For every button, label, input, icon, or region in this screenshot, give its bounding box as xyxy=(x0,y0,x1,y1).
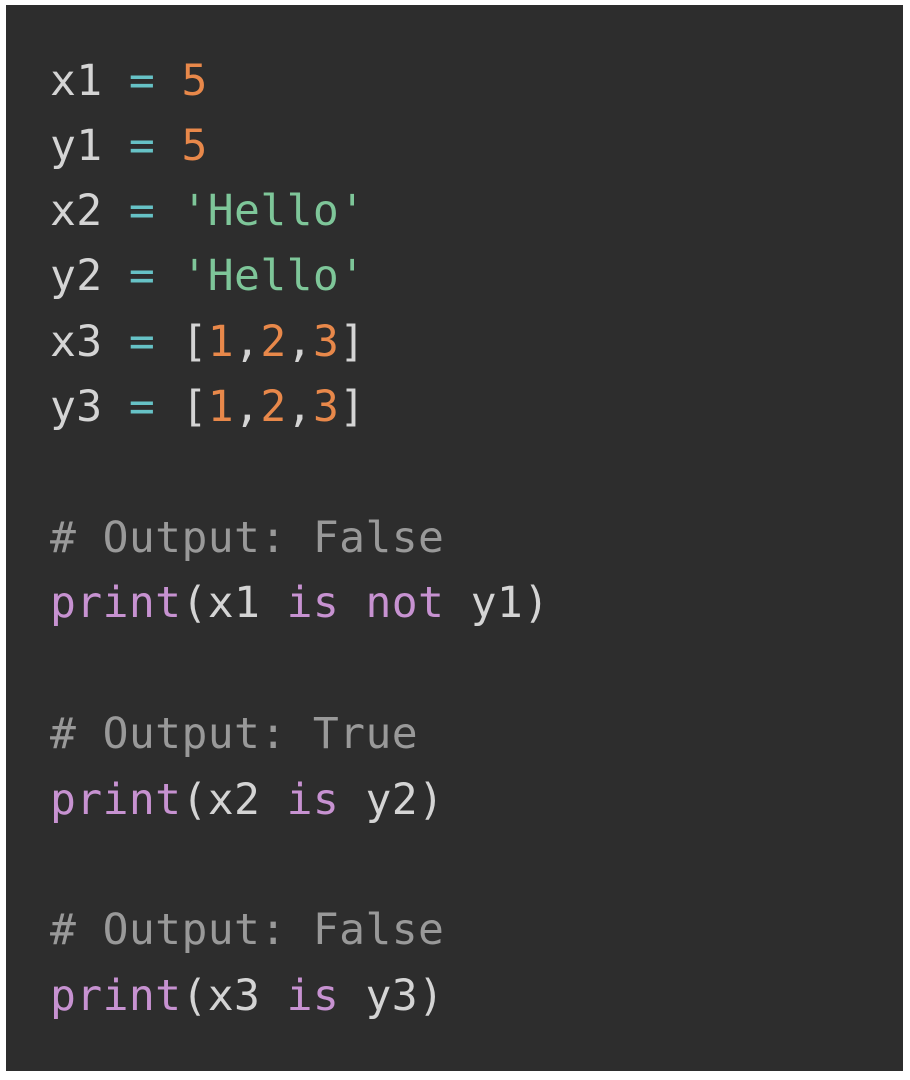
code-token-str: 'Hello' xyxy=(181,186,366,236)
code-token-var: (x2 xyxy=(181,775,287,825)
code-token-cmt: # Output: False xyxy=(50,905,445,955)
code-token-punc: ] xyxy=(339,317,366,367)
code-token-var: (x1 xyxy=(181,578,287,628)
code-token-var: (x3 xyxy=(181,971,287,1021)
code-token-punc: [ xyxy=(181,317,208,367)
code-token-punc: [ xyxy=(181,382,208,432)
code-token-cmt: # Output: False xyxy=(50,513,445,563)
code-token-var xyxy=(103,56,129,106)
code-token-var: y3) xyxy=(339,971,445,1021)
code-token-kw: print xyxy=(50,775,182,825)
code-token-var xyxy=(155,56,181,106)
code-token-var: x3 xyxy=(50,317,103,367)
code-comment: # Output: False xyxy=(50,905,444,955)
code-line: x1 = 5 xyxy=(50,56,208,106)
code-token-var: y2) xyxy=(339,775,445,825)
code-token-punc: , xyxy=(234,317,261,367)
code-token-num: 1 xyxy=(207,317,235,367)
code-line: print(x1 is not y1) xyxy=(50,578,550,628)
code-token-num: 3 xyxy=(312,317,340,367)
code-line: y3 = [1,2,3] xyxy=(50,382,366,432)
code-token-var xyxy=(155,382,181,432)
code-token-kw: print xyxy=(50,578,182,628)
code-block: x1 = 5 y1 = 5 x2 = 'Hello' y2 = 'Hello' … xyxy=(6,5,903,1071)
code-token-var: y3 xyxy=(50,382,103,432)
code-token-op: = xyxy=(128,251,156,301)
code-token-punc: , xyxy=(286,382,313,432)
code-token-var xyxy=(155,251,181,301)
code-line: x2 = 'Hello' xyxy=(50,186,366,236)
code-token-kw: is xyxy=(286,578,340,628)
code-token-num: 3 xyxy=(312,382,340,432)
code-token-punc: , xyxy=(234,382,261,432)
code-token-var xyxy=(103,251,129,301)
code-line: print(x2 is y2) xyxy=(50,775,444,825)
code-token-kw: print xyxy=(50,971,182,1021)
code-comment: # Output: False xyxy=(50,513,444,563)
code-token-var: x1 xyxy=(50,56,103,106)
code-token-punc: ] xyxy=(339,382,366,432)
code-token-var xyxy=(155,186,181,236)
code-token-num: 2 xyxy=(260,317,287,367)
code-token-kw: is xyxy=(286,971,340,1021)
code-line: print(x3 is y3) xyxy=(50,971,444,1021)
code-token-cmt: # Output: True xyxy=(50,709,419,759)
code-line: y1 = 5 xyxy=(50,121,208,171)
code-token-var: x2 xyxy=(50,186,103,236)
code-token-var xyxy=(103,186,129,236)
code-token-var: y1 xyxy=(50,121,103,171)
code-token-var: y2 xyxy=(50,251,103,301)
code-token-kw: not xyxy=(365,578,445,628)
code-token-var xyxy=(103,382,129,432)
code-token-punc: , xyxy=(286,317,313,367)
code-token-var xyxy=(155,121,181,171)
code-token-var xyxy=(339,578,365,628)
code-token-var xyxy=(155,317,181,367)
code-token-op: = xyxy=(128,121,156,171)
code-token-kw: is xyxy=(286,775,340,825)
code-token-var xyxy=(103,317,129,367)
code-token-op: = xyxy=(128,186,156,236)
code-token-num: 5 xyxy=(181,56,208,106)
code-token-op: = xyxy=(128,317,156,367)
code-line: x3 = [1,2,3] xyxy=(50,317,366,367)
code-token-var xyxy=(103,121,129,171)
code-token-num: 2 xyxy=(260,382,287,432)
code-comment: # Output: True xyxy=(50,709,418,759)
code-token-op: = xyxy=(128,382,156,432)
code-token-num: 5 xyxy=(181,121,208,171)
code-line: y2 = 'Hello' xyxy=(50,251,366,301)
code-token-num: 1 xyxy=(207,382,235,432)
code-token-str: 'Hello' xyxy=(181,251,366,301)
code-token-op: = xyxy=(128,56,156,106)
code-token-var: y1) xyxy=(444,578,550,628)
